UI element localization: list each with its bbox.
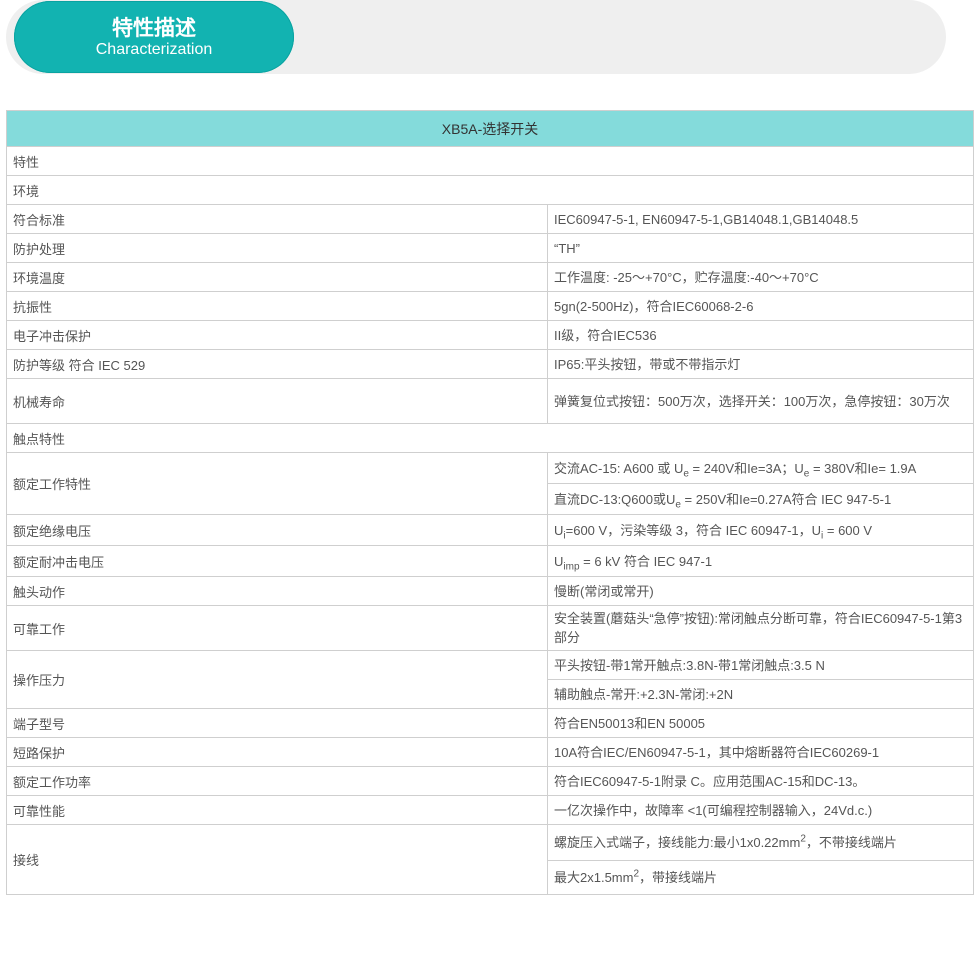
- row-value-line2: 辅助触点-常开:+2.3N-常闭:+2N: [547, 679, 974, 709]
- row-label: 机械寿命: [6, 378, 548, 424]
- row-label: 触头动作: [6, 576, 548, 606]
- section-contacts: 触点特性: [6, 423, 974, 453]
- banner-pill: 特性描述 Characterization: [14, 1, 294, 73]
- row-value: 一亿次操作中，故障率 <1(可编程控制器输入，24Vd.c.): [547, 795, 974, 825]
- row-label: 端子型号: [6, 708, 548, 738]
- table-row: 符合标准 IEC60947-5-1, EN60947-5-1,GB14048.1…: [6, 204, 974, 234]
- row-value-dc: 直流DC-13:Q600或Ue = 250V和Ie=0.27A符合 IEC 94…: [547, 483, 974, 515]
- wiring-text-1b: ，不带接线端片: [805, 835, 897, 850]
- wiring-text-2a: 最大2x1.5mm: [554, 870, 634, 885]
- row-label: 防护处理: [6, 233, 548, 263]
- insulation-text-c: = 600 V: [823, 522, 873, 538]
- section-characteristics: 特性: [6, 146, 974, 176]
- table-row: 操作压力 平头按钮-带1常开触点:3.8N-带1常闭触点:3.5 N: [6, 650, 974, 709]
- row-label: 额定耐冲击电压: [6, 545, 548, 577]
- table-row: 接线 螺旋压入式端子，接线能力:最小1x0.22mm2，不带接线端片: [6, 824, 974, 895]
- table-row: 额定工作功率 符合IEC60947-5-1附录 C。应用范围AC-15和DC-1…: [6, 766, 974, 796]
- row-value-line1: 螺旋压入式端子，接线能力:最小1x0.22mm2，不带接线端片: [547, 824, 974, 861]
- table-row: 额定工作特性 交流AC-15: A600 或 Ue = 240V和Ie=3A；U…: [6, 452, 974, 515]
- row-value: 安全装置(蘑菇头“急停”按钮):常闭触点分断可靠，符合IEC60947-5-1第…: [547, 605, 974, 651]
- row-label: 接线: [6, 824, 548, 895]
- row-value: IP65:平头按钮，带或不带指示灯: [547, 349, 974, 379]
- row-value: 弹簧复位式按钮：500万次，选择开关：100万次，急停按钮：30万次: [547, 378, 974, 424]
- section-row: 触点特性: [6, 423, 974, 453]
- row-label: 操作压力: [6, 650, 548, 709]
- spec-table: XB5A-选择开关 特性 环境 符合标准 IEC60947-5-1, EN609…: [6, 110, 974, 895]
- table-row: 抗振性 5gn(2-500Hz)，符合IEC60068-2-6: [6, 291, 974, 321]
- table-row: 可靠性能 一亿次操作中，故障率 <1(可编程控制器输入，24Vd.c.): [6, 795, 974, 825]
- wiring-text-1a: 螺旋压入式端子，接线能力:最小1x0.22mm: [554, 835, 801, 850]
- row-value: 5gn(2-500Hz)，符合IEC60068-2-6: [547, 291, 974, 321]
- table-header-row: XB5A-选择开关: [6, 110, 974, 147]
- table-row: 电子冲击保护 II级，符合IEC536: [6, 320, 974, 350]
- dc-text-b: = 250V和Ie=0.27A符合 IEC 947-5-1: [680, 491, 892, 507]
- wiring-text-2b: ，带接线端片: [639, 870, 718, 885]
- table-row: 防护处理 “TH”: [6, 233, 974, 263]
- table-row: 环境温度 工作温度: -25～+70°C，贮存温度:-40～+70°C: [6, 262, 974, 292]
- section-environment: 环境: [6, 175, 974, 205]
- row-label: 环境温度: [6, 262, 548, 292]
- row-label: 防护等级 符合 IEC 529: [6, 349, 548, 379]
- row-label: 可靠性能: [6, 795, 548, 825]
- ac-text-b: = 240V和Ie=3A；U: [688, 460, 804, 476]
- table-row: 机械寿命 弹簧复位式按钮：500万次，选择开关：100万次，急停按钮：30万次: [6, 378, 974, 424]
- row-label: 额定工作特性: [6, 452, 548, 515]
- table-row: 触头动作 慢断(常闭或常开): [6, 576, 974, 606]
- insulation-text-a: U: [554, 522, 564, 538]
- table-title: XB5A-选择开关: [6, 110, 974, 147]
- row-label: 额定工作功率: [6, 766, 548, 796]
- table-row: 短路保护 10A符合IEC/EN60947-5-1，其中熔断器符合IEC6026…: [6, 737, 974, 767]
- ac-text-c: = 380V和Ie= 1.9A: [809, 460, 917, 476]
- dc-text-a: 直流DC-13:Q600或U: [554, 491, 676, 507]
- table-row: 可靠工作 安全装置(蘑菇头“急停”按钮):常闭触点分断可靠，符合IEC60947…: [6, 605, 974, 651]
- impulse-text-a: U: [554, 553, 564, 569]
- row-label: 额定绝缘电压: [6, 514, 548, 546]
- banner-title: 特性描述: [112, 17, 196, 40]
- row-label: 可靠工作: [6, 605, 548, 651]
- row-label: 短路保护: [6, 737, 548, 767]
- table-row: 额定绝缘电压 Ui=600 V，污染等级 3，符合 IEC 60947-1，Ui…: [6, 514, 974, 546]
- table-row: 防护等级 符合 IEC 529 IP65:平头按钮，带或不带指示灯: [6, 349, 974, 379]
- row-value: 工作温度: -25～+70°C，贮存温度:-40～+70°C: [547, 262, 974, 292]
- row-value: “TH”: [547, 233, 974, 263]
- row-label: 抗振性: [6, 291, 548, 321]
- row-value: 符合EN50013和EN 50005: [547, 708, 974, 738]
- row-label: 电子冲击保护: [6, 320, 548, 350]
- table-row: 额定耐冲击电压 Uimp = 6 kV 符合 IEC 947-1: [6, 545, 974, 577]
- table-row: 端子型号 符合EN50013和EN 50005: [6, 708, 974, 738]
- row-label: 符合标准: [6, 204, 548, 234]
- section-row: 特性: [6, 146, 974, 176]
- row-value-line1: 平头按钮-带1常开触点:3.8N-带1常闭触点:3.5 N: [547, 650, 974, 680]
- section-row: 环境: [6, 175, 974, 205]
- impulse-sub: imp: [563, 561, 580, 573]
- row-value: II级，符合IEC536: [547, 320, 974, 350]
- insulation-text-b: =600 V，污染等级 3，符合 IEC 60947-1，U: [565, 522, 822, 538]
- row-value-ac: 交流AC-15: A600 或 Ue = 240V和Ie=3A；Ue = 380…: [547, 452, 974, 484]
- row-value: Ui=600 V，污染等级 3，符合 IEC 60947-1，Ui = 600 …: [547, 514, 974, 546]
- section-banner: 特性描述 Characterization: [6, 0, 946, 74]
- row-value: 慢断(常闭或常开): [547, 576, 974, 606]
- banner-subtitle: Characterization: [95, 41, 213, 58]
- row-value: Uimp = 6 kV 符合 IEC 947-1: [547, 545, 974, 577]
- row-value: 10A符合IEC/EN60947-5-1，其中熔断器符合IEC60269-1: [547, 737, 974, 767]
- row-value: 符合IEC60947-5-1附录 C。应用范围AC-15和DC-13。: [547, 766, 974, 796]
- ac-text-a: 交流AC-15: A600 或 U: [554, 460, 684, 476]
- impulse-text-b: = 6 kV 符合 IEC 947-1: [579, 553, 713, 569]
- row-value: IEC60947-5-1, EN60947-5-1,GB14048.1,GB14…: [547, 204, 974, 234]
- row-value-line2: 最大2x1.5mm2，带接线端片: [547, 860, 974, 895]
